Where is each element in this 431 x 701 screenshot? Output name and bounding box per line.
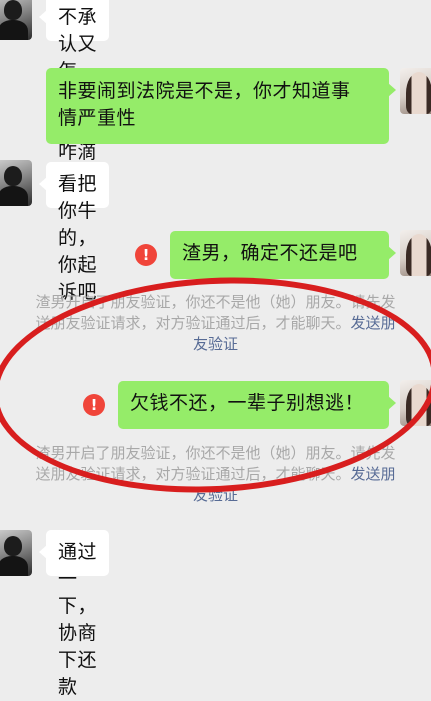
contact-avatar[interactable] (0, 160, 32, 206)
system-notice: 渣男开启了朋友验证，你还不是他（她）朋友。请先发 送朋友验证请求，对方验证通过后… (8, 443, 423, 506)
send-verification-link[interactable]: 友验证 (193, 486, 238, 504)
system-notice-line: 友验证 (8, 485, 423, 506)
message-bubble[interactable]: 看把你牛的，你起诉吧 (39, 162, 109, 303)
contact-avatar[interactable] (0, 0, 32, 40)
self-avatar[interactable] (400, 68, 431, 114)
message-bubble[interactable]: 非要闹到法院是不是，你才知道事 情严重性 (46, 68, 396, 144)
message-bubble[interactable]: 渣男，确定不还是吧 (170, 231, 396, 279)
message-text: 欠钱不还，一辈子别想逃！ (130, 392, 365, 414)
message-bubble[interactable]: 通过一下，协商下还款 (39, 530, 109, 698)
message-bubble[interactable]: 欠钱不还，一辈子别想逃！ (118, 381, 396, 429)
send-verification-link[interactable]: 友验证 (193, 335, 238, 353)
message-text-line: 非要闹到法院是不是，你才知道事 (58, 80, 351, 102)
system-notice-line: 送朋友验证请求，对方验证通过后，才能聊天。发送朋 (35, 465, 396, 483)
message-text: 看把你牛的，你起诉吧 (58, 173, 98, 303)
system-notice-line: 渣男开启了朋友验证，你还不是他（她）朋友。请先发 (35, 293, 396, 311)
system-notice-line: 渣男开启了朋友验证，你还不是他（她）朋友。请先发 (35, 444, 396, 462)
self-avatar[interactable] (400, 230, 431, 276)
self-avatar[interactable] (400, 380, 431, 426)
message-text: 通过一下，协商下还款 (58, 541, 98, 698)
message-bubble[interactable]: 不承认又怎样，你能咋滴 (39, 0, 109, 163)
send-failed-icon[interactable]: ! (135, 244, 157, 266)
message-text: 渣男，确定不还是吧 (182, 242, 358, 264)
system-notice-line: 友验证 (8, 334, 423, 355)
message-text-line: 情严重性 (58, 107, 137, 129)
contact-avatar[interactable] (0, 530, 32, 576)
system-notice: 渣男开启了朋友验证，你还不是他（她）朋友。请先发 送朋友验证请求，对方验证通过后… (8, 292, 423, 355)
send-failed-icon[interactable]: ! (83, 394, 105, 416)
system-notice-line: 送朋友验证请求，对方验证通过后，才能聊天。发送朋 (35, 314, 396, 332)
send-verification-link[interactable]: 发送朋 (351, 465, 396, 483)
send-verification-link[interactable]: 发送朋 (351, 314, 396, 332)
